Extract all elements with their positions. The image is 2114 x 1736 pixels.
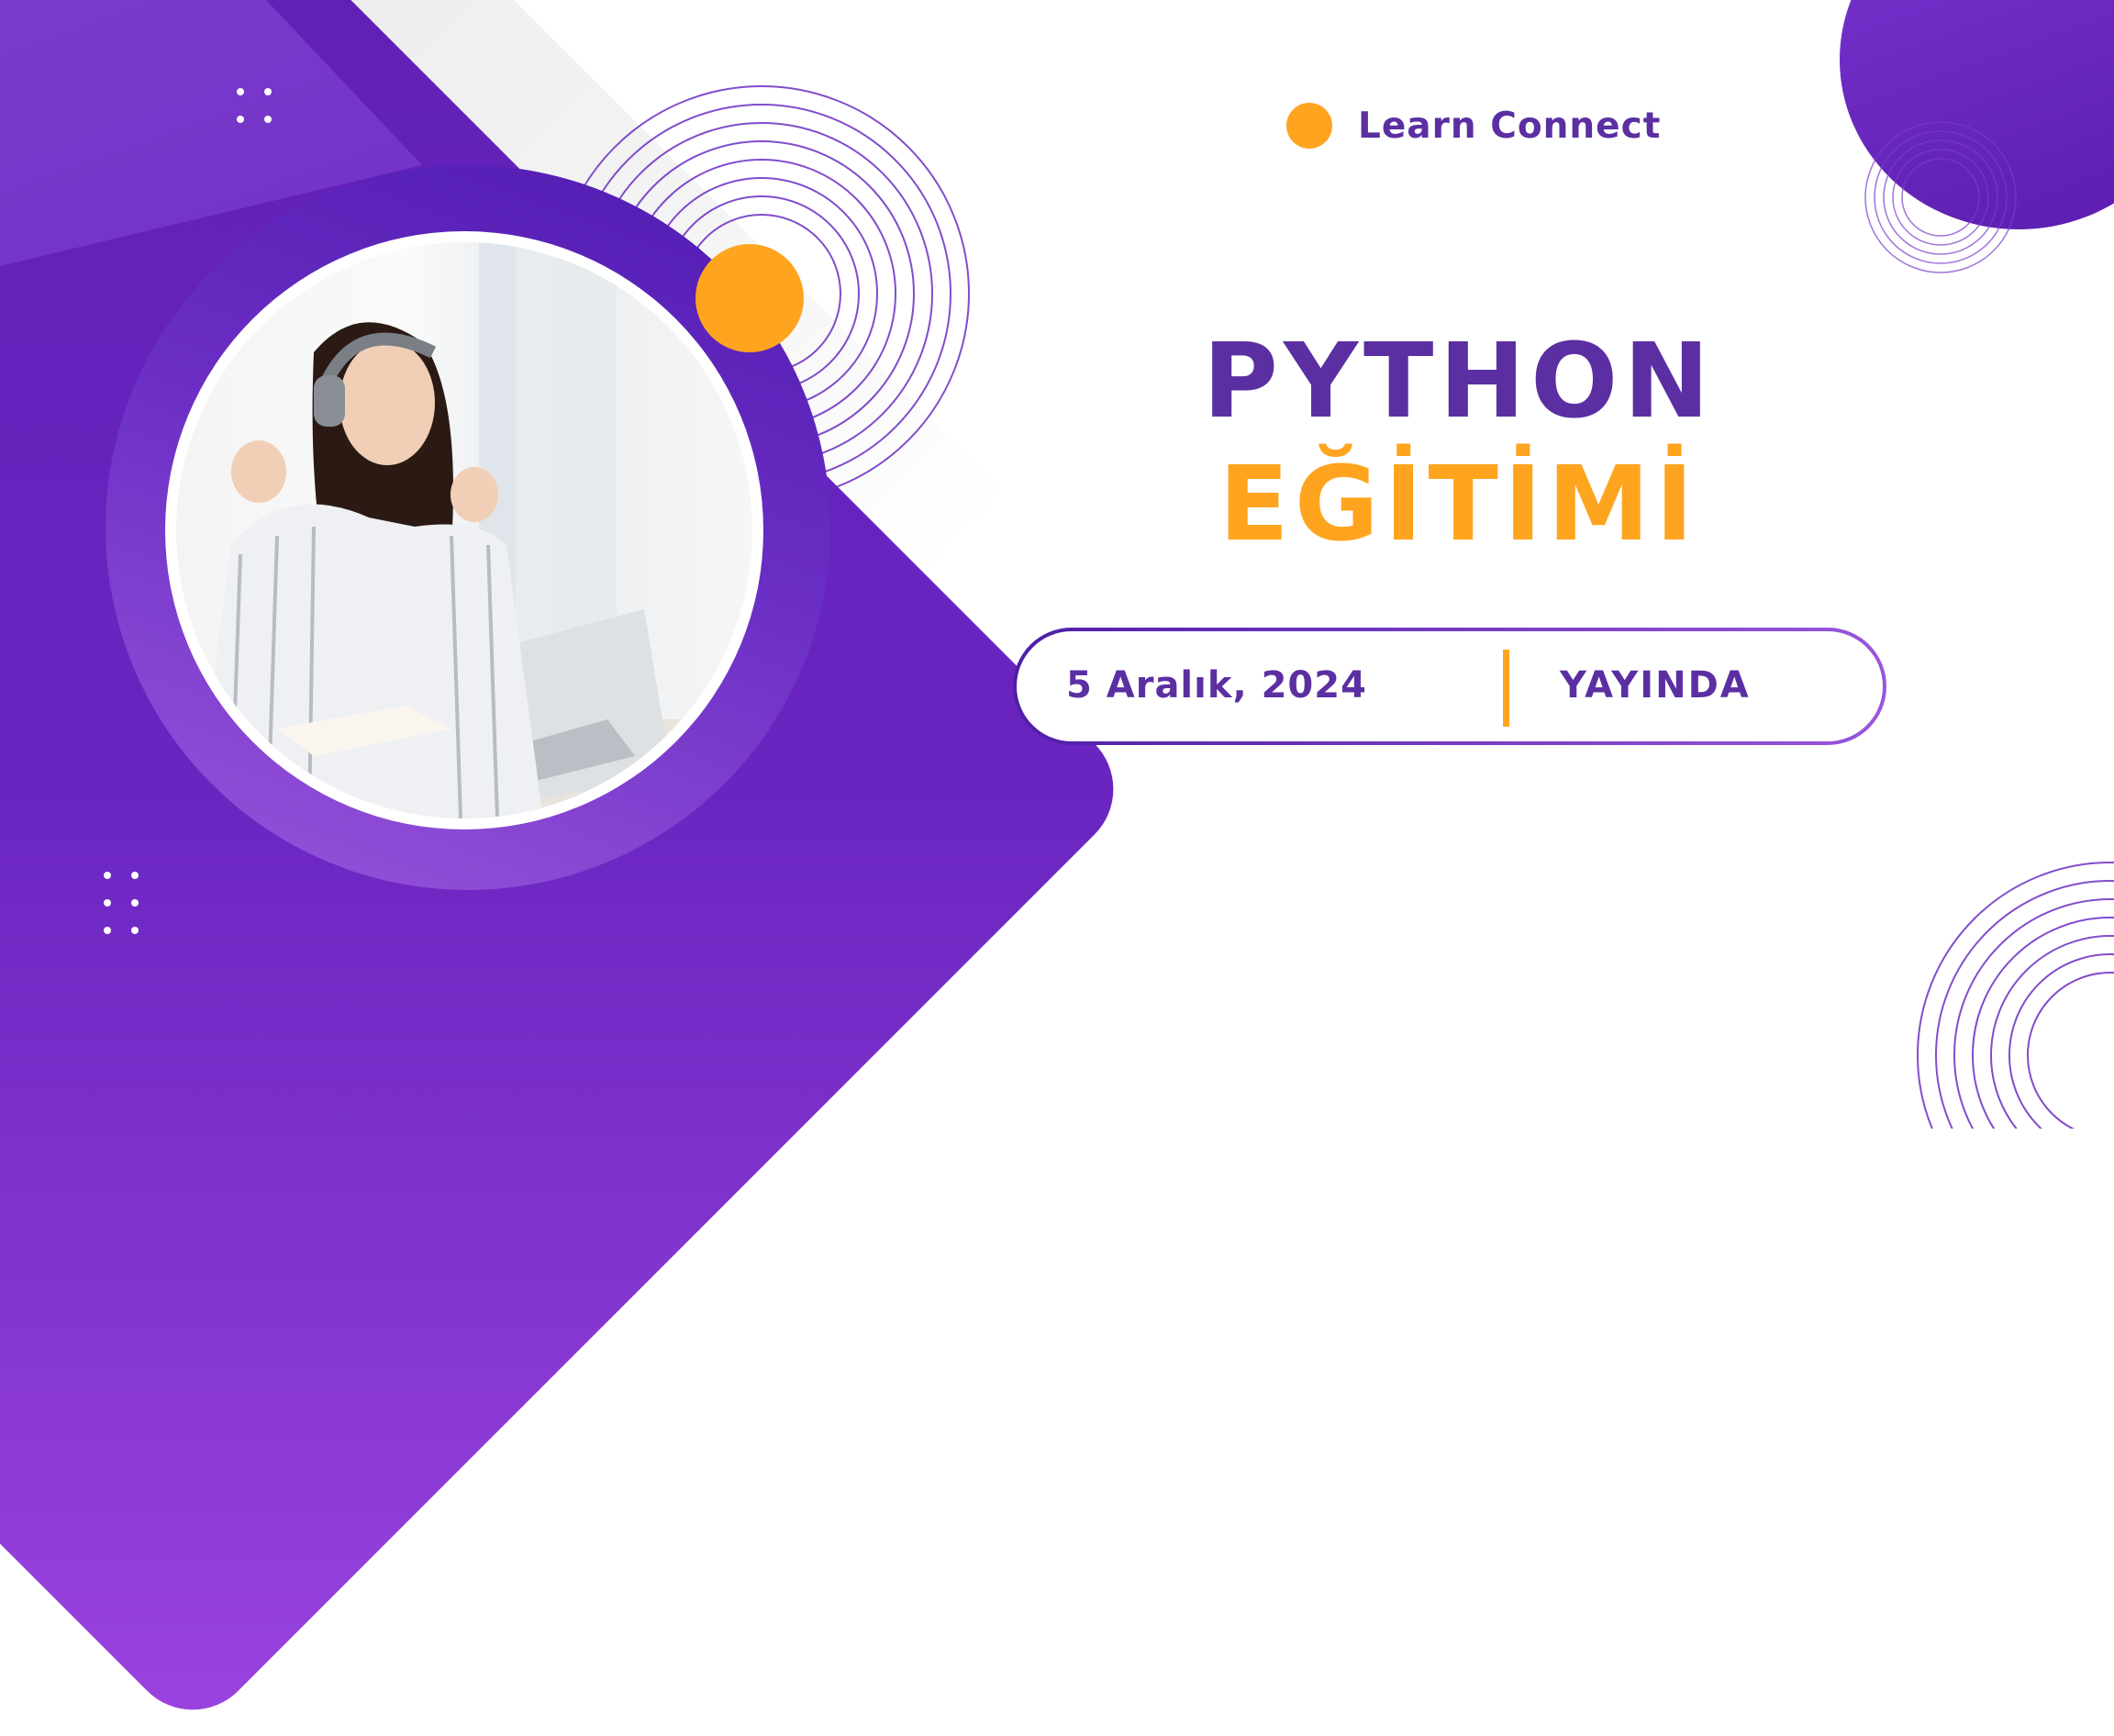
event-info-pill-inner: 5 Aralık, 2024 YAYINDA: [1017, 631, 1883, 741]
headline-line-2: EĞİTİMİ: [1218, 445, 1699, 564]
brand: Learn Connect: [1286, 103, 1661, 149]
person-photo: [176, 242, 752, 818]
event-info-pill: 5 Aralık, 2024 YAYINDA: [1013, 628, 1886, 745]
dot-grid-top: [237, 88, 283, 134]
event-status: YAYINDA: [1560, 664, 1751, 707]
event-date: 5 Aralık, 2024: [1066, 664, 1367, 707]
person-with-headphones-icon: [176, 242, 752, 818]
orange-circle-decoration: [695, 244, 804, 352]
orange-dot-icon: [1286, 103, 1332, 149]
brand-name: Learn Connect: [1358, 105, 1662, 147]
pill-divider: [1503, 650, 1509, 727]
concentric-circles-top-right: [1864, 121, 2017, 273]
concentric-circles-bottom-right: [1917, 862, 2114, 1129]
dot-grid-bottom: [104, 872, 150, 945]
headline-line-1: PYTHON: [1202, 322, 1716, 441]
